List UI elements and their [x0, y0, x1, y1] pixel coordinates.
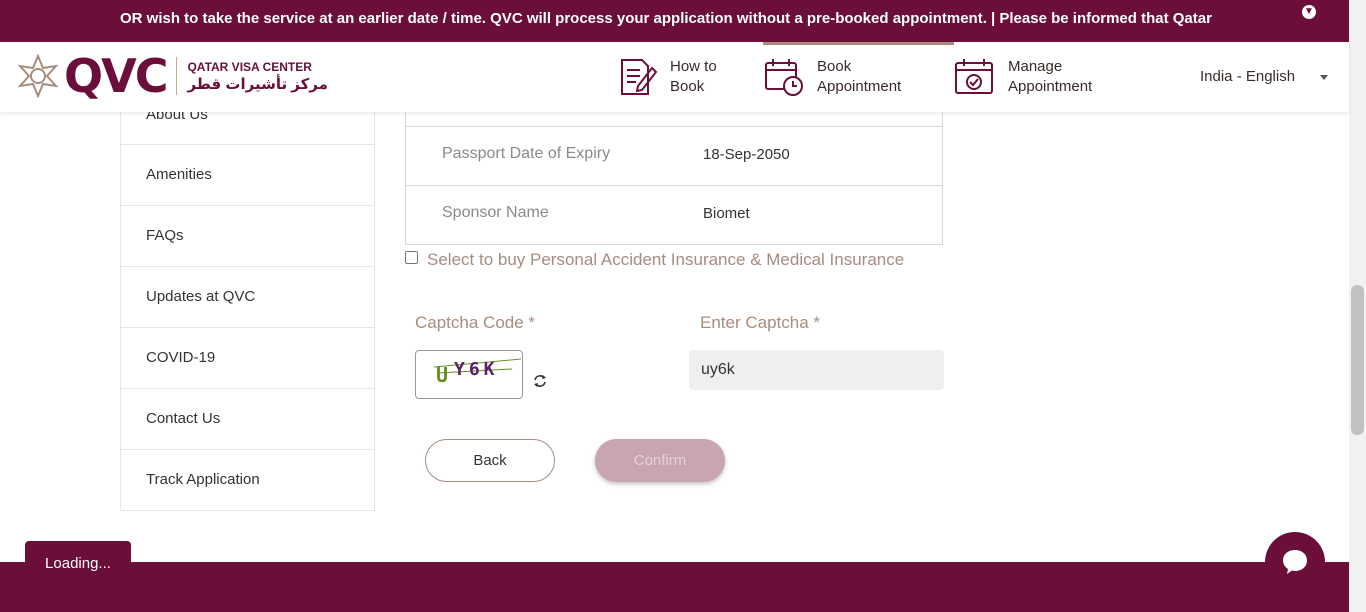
star-emblem-icon — [17, 54, 59, 98]
logo-arabic-name: مركز تأشيرات قطر — [187, 76, 328, 93]
site-header: QVC QATAR VISA CENTER مركز تأشيرات قطر H… — [0, 42, 1349, 112]
insurance-label[interactable]: Select to buy Personal Accident Insuranc… — [404, 248, 924, 272]
insurance-option: Select to buy Personal Accident Insuranc… — [404, 248, 924, 272]
qvc-logo[interactable]: QVC QATAR VISA CENTER مركز تأشيرات قطر — [16, 52, 328, 100]
detail-key: Sponsor Name — [442, 204, 549, 221]
nav-book-appointment[interactable]: Book Appointment — [763, 42, 917, 112]
calendar-check-icon — [955, 59, 993, 94]
sidebar-menu: About Us Amenities FAQs Updates at QVC C… — [120, 84, 375, 511]
chat-launcher[interactable] — [1265, 532, 1325, 592]
sidebar-item-updates[interactable]: Updates at QVC — [120, 267, 375, 328]
nav-label-line1: Book — [817, 58, 852, 75]
detail-value: 18-Sep-2050 — [703, 146, 790, 163]
captcha-image: U Y6K — [415, 350, 523, 399]
chat-bubble-icon — [1283, 550, 1307, 574]
table-row: Sponsor Name Biomet — [406, 185, 942, 244]
logo-wordmark: QVC — [64, 49, 168, 103]
chevron-down-icon[interactable]: ▼ — [1302, 5, 1316, 19]
sidebar-item-faqs[interactable]: FAQs — [120, 206, 375, 267]
sidebar-item-track-application[interactable]: Track Application — [120, 450, 375, 511]
refresh-icon[interactable] — [532, 373, 548, 389]
captcha-char: Y6K — [454, 359, 499, 380]
nav-label-line2: Book — [670, 78, 705, 95]
back-button[interactable]: Back — [425, 439, 555, 482]
site-footer — [0, 562, 1349, 612]
nav-manage-appointment[interactable]: Manage Appointment — [954, 42, 1108, 112]
sidebar-item-contact-us[interactable]: Contact Us — [120, 389, 375, 450]
nav-active-indicator — [763, 42, 954, 45]
nav-label-line2: Appointment — [817, 78, 902, 95]
captcha-graphic: U Y6K — [433, 358, 522, 387]
loading-indicator: Loading... — [25, 541, 131, 587]
nav-label-line1: Manage — [1008, 58, 1063, 75]
captcha-code-label: Captcha Code * — [415, 313, 536, 332]
enter-captcha-label: Enter Captcha * — [700, 313, 821, 332]
captcha-char: U — [436, 363, 448, 387]
captcha-input[interactable] — [689, 350, 944, 390]
announcement-bar: OR wish to take the service at an earlie… — [0, 0, 1349, 42]
detail-value: Biomet — [703, 205, 750, 222]
nav-label-line1: How to — [670, 58, 717, 75]
nav-label-line2: Appointment — [1008, 78, 1093, 95]
sidebar-item-amenities[interactable]: Amenities — [120, 145, 375, 206]
caret-down-icon[interactable] — [1320, 75, 1328, 80]
logo-divider — [176, 57, 178, 95]
sidebar-item-covid[interactable]: COVID-19 — [120, 328, 375, 389]
announcement-text: OR wish to take the service at an earlie… — [120, 10, 1212, 27]
logo-english-name: QATAR VISA CENTER — [187, 60, 312, 74]
confirm-button[interactable]: Confirm — [595, 439, 725, 482]
table-row: Passport Date of Expiry 18-Sep-2050 — [406, 126, 942, 185]
nav-how-to-book[interactable]: How to Book — [616, 42, 770, 112]
document-pen-icon — [621, 59, 658, 95]
calendar-clock-icon — [765, 59, 803, 96]
language-selector[interactable]: India - English — [1200, 42, 1295, 112]
scrollbar-thumb[interactable] — [1351, 285, 1364, 435]
detail-key: Passport Date of Expiry — [442, 145, 611, 162]
